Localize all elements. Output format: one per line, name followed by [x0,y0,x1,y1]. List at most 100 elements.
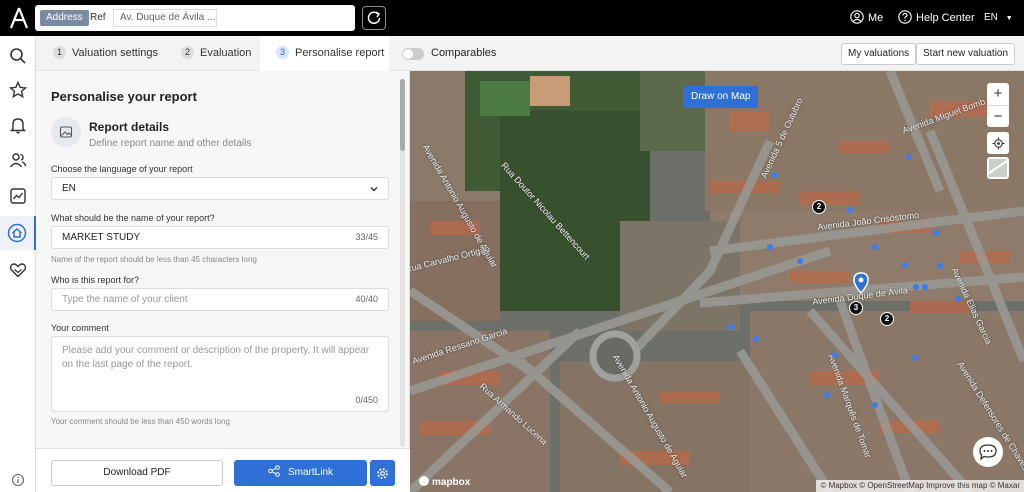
nav-analytics[interactable] [4,182,32,210]
map-cluster-marker[interactable]: 2 [812,200,826,214]
map-view[interactable]: Avenida Miguel Bomb Avenida Duque de Ávi… [410,71,1024,492]
satellite-imagery [410,71,1024,492]
map-marker-dot[interactable] [922,284,928,290]
report-name-input[interactable]: MARKET STUDY 33/45 [51,226,389,249]
tab-label: Personalise report [295,47,385,59]
map-layer-thumbnail-icon [988,159,1008,177]
top-bar: Address Ref Av. Duque de Ávila ... Me He… [0,0,1024,36]
users-icon [9,153,27,168]
caret-down-icon: ▼ [1005,15,1013,22]
section-subtitle: Define report name and other details [89,138,252,149]
tab-evaluation[interactable]: 2 Evaluation [174,36,259,71]
language-select[interactable]: EN [51,177,389,200]
start-new-valuation-button[interactable]: Start new valuation [916,43,1016,65]
comment-textarea[interactable]: Please add your comment or description o… [51,336,389,412]
map-marker-dot[interactable] [728,324,734,330]
comment-label: Your comment [51,323,109,333]
help-center-link[interactable]: Help Center [898,10,975,24]
address-search-box: Address Ref Av. Duque de Ávila ... [35,5,355,31]
handshake-heart-icon [9,263,27,278]
language-selector-label: EN [984,12,998,23]
smartlink-settings-button[interactable] [370,460,395,486]
refresh-button[interactable] [362,6,386,30]
nav-info[interactable] [4,466,32,492]
zoom-controls: + − [987,83,1009,127]
page-title: Personalise your report [51,89,197,104]
mapbox-logo-text: mapbox [432,477,471,488]
draw-on-map-button[interactable]: Draw on Map [683,86,759,108]
comment-placeholder: Please add your comment or description o… [62,345,370,370]
client-input[interactable]: Type the name of your client 40/40 [51,288,389,311]
smartlink-button[interactable]: SmartLink [234,460,367,486]
map-marker-dot[interactable] [824,392,830,398]
comparables-label: Comparables [431,47,497,59]
zoom-out-button[interactable]: − [987,105,1009,127]
map-attribution[interactable]: © Mapbox © OpenStreetMap Improve this ma… [816,480,1024,492]
app-logo-icon[interactable] [8,6,30,30]
nav-valuation[interactable] [0,216,36,250]
report-name-label: What should be the name of your report? [51,213,215,223]
map-marker-dot[interactable] [872,402,878,408]
step-number: 2 [181,46,194,59]
address-toggle[interactable]: Address [40,10,89,26]
zoom-in-button[interactable]: + [987,83,1009,105]
ref-toggle[interactable]: Ref [87,10,109,26]
tab-personalise-report[interactable]: 3 Personalise report [260,36,389,71]
map-marker-dot[interactable] [872,244,878,250]
chevron-down-icon [370,187,378,192]
my-valuations-button[interactable]: My valuations [841,43,917,65]
map-cluster-marker[interactable]: 2 [880,312,894,326]
report-name-value: MARKET STUDY [62,232,141,243]
chart-icon [10,188,26,204]
address-input[interactable]: Av. Duque de Ávila ... [113,9,217,27]
map-marker-dot[interactable] [797,258,803,264]
comparables-toggle[interactable] [402,48,424,60]
nav-partners[interactable] [4,256,32,284]
tab-label: Valuation settings [72,47,159,59]
chat-button[interactable] [973,437,1003,467]
map-cluster-marker[interactable]: 3 [849,301,863,315]
step-number: 1 [53,46,66,59]
nav-users[interactable] [4,146,32,174]
user-menu-label: Me [868,12,884,24]
crosshair-icon [991,136,1005,150]
map-marker-dot[interactable] [937,263,943,269]
scrollbar-thumb[interactable] [400,79,405,151]
language-selector[interactable]: EN ▼ [984,12,1013,23]
map-marker-dot[interactable] [753,336,759,342]
map-marker-dot[interactable] [933,230,939,236]
map-marker-dot[interactable] [912,355,918,361]
map-marker-dot[interactable] [767,244,773,250]
map-marker-dot[interactable] [902,262,908,268]
form-footer: Download PDF SmartLink [36,448,410,492]
user-icon [850,10,864,24]
mapbox-logo-icon [419,476,429,486]
comment-hint: Your comment should be less than 450 wor… [51,417,230,426]
map-style-button[interactable] [987,157,1009,179]
refresh-icon [367,11,381,24]
comment-count: 0/450 [355,395,378,405]
step-number: 3 [276,46,289,59]
form-scrollbar[interactable] [400,79,405,447]
locate-button[interactable] [987,132,1009,154]
report-name-count: 33/45 [355,232,378,242]
star-icon [9,81,27,99]
map-marker-dot[interactable] [832,352,838,358]
map-marker-dot[interactable] [847,207,853,213]
download-pdf-button[interactable]: Download PDF [51,460,223,486]
map-marker-dot[interactable] [772,172,778,178]
bell-icon [9,118,27,134]
smartlink-label: SmartLink [287,467,333,478]
nav-notifications[interactable] [4,111,32,139]
map-marker-dot[interactable] [955,296,961,302]
nav-search[interactable] [4,42,32,70]
client-label: Who is this report for? [51,275,140,285]
location-pin-icon[interactable] [853,272,869,294]
help-center-label: Help Center [916,12,975,24]
map-marker-dot[interactable] [906,154,912,160]
nav-favorites[interactable] [4,76,32,104]
user-menu[interactable]: Me [850,10,883,24]
client-count: 40/40 [355,294,378,304]
map-marker-dot[interactable] [913,284,919,290]
tab-valuation-settings[interactable]: 1 Valuation settings [46,36,164,71]
